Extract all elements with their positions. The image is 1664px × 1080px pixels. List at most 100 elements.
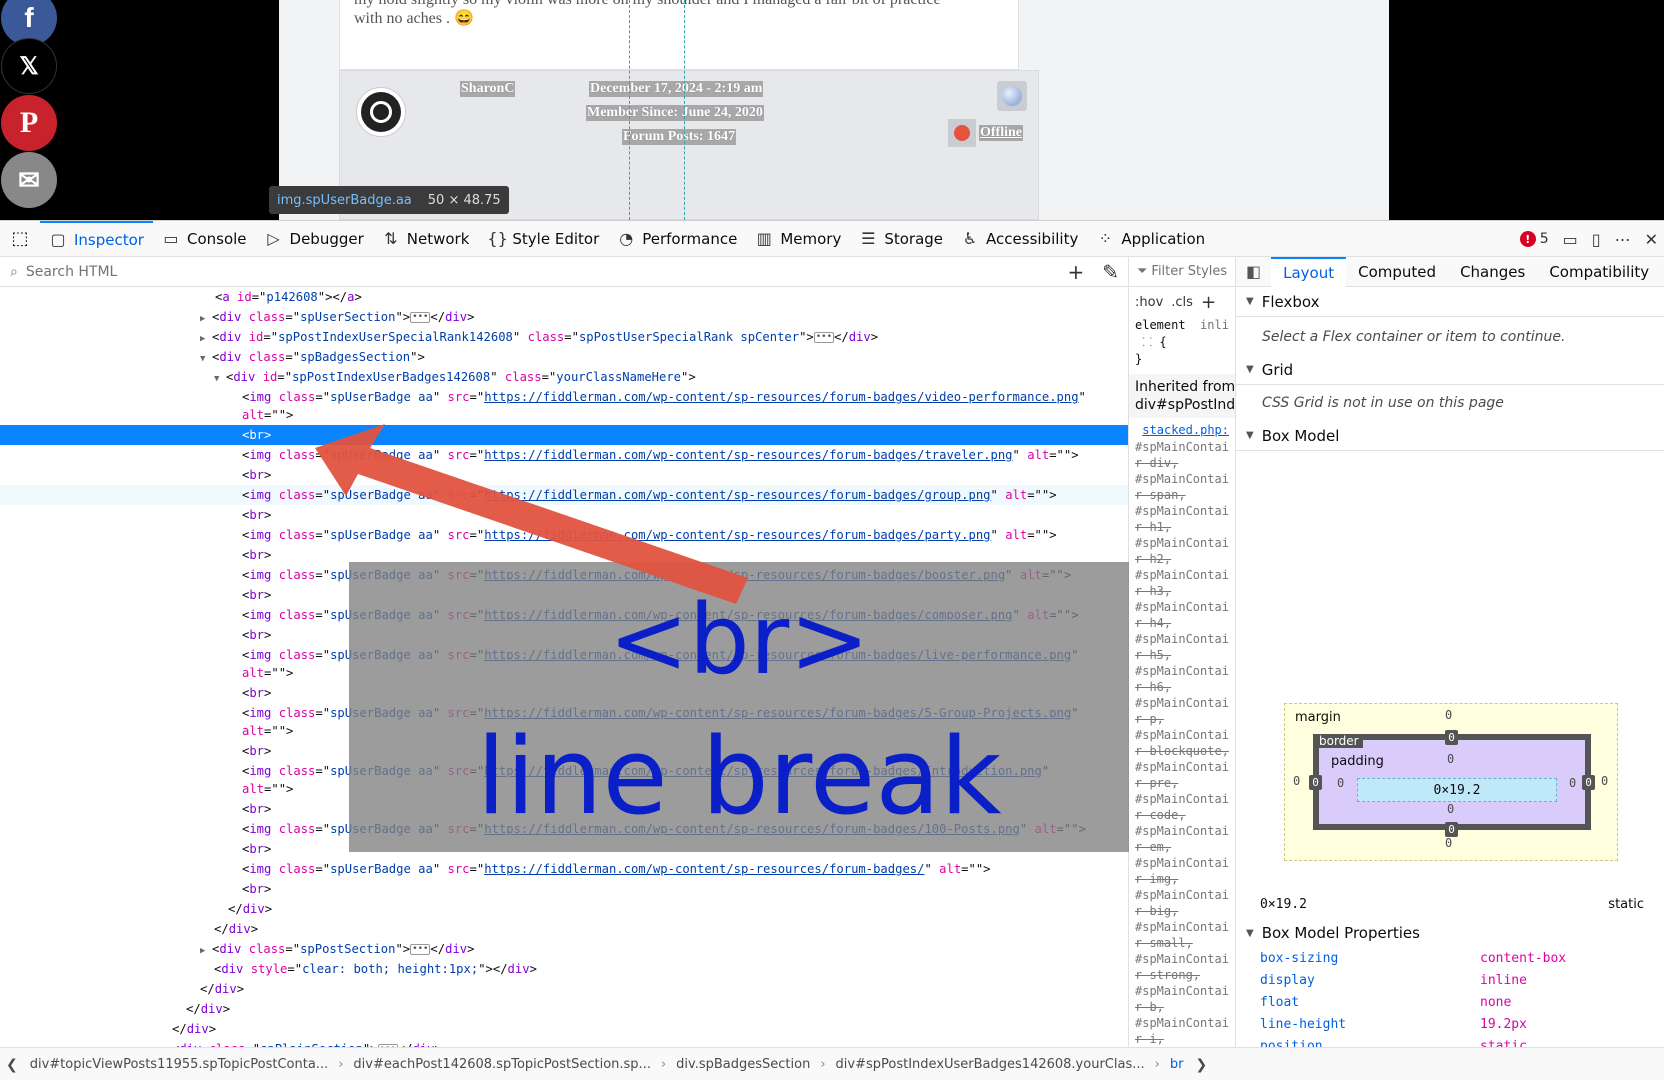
padding-top[interactable]: 0 [1447,752,1454,766]
tree-node[interactable]: ▶ <div class="spPostSection"> ••• </div> [0,939,1128,959]
tree-node[interactable]: </div> [0,899,1128,919]
tree-node[interactable]: </div> [0,999,1128,1019]
tree-node[interactable]: <img class="spUserBadge aa" src="https:/… [0,525,1128,545]
breadcrumb-item[interactable]: div#topicViewPosts11955.spTopicPostConta… [24,1057,334,1072]
avatar[interactable] [356,87,406,137]
breadcrumb-item[interactable]: div#spPostIndexUserBadges142608.yourClas… [830,1057,1151,1072]
social-share-bar: f 𝕏 P ✉ [0,0,60,220]
margin-top[interactable]: 0 [1445,708,1452,722]
tree-node-cont: alt=""> [242,408,294,422]
tree-node[interactable]: <br> [0,879,1128,899]
globe-icon[interactable] [997,81,1027,111]
hov-toggle[interactable]: :hov [1135,295,1163,310]
add-node-icon[interactable]: + [1067,260,1084,284]
border-top[interactable]: 0 [1445,730,1458,745]
tree-node[interactable]: </div> [0,979,1128,999]
add-rule-icon[interactable]: + [1201,292,1216,313]
eyedropper-icon[interactable]: ✎ [1102,260,1119,284]
margin-bottom[interactable]: 0 [1445,836,1452,850]
accessibility-icon: ♿ [962,229,978,248]
tab-layout[interactable]: Layout [1271,256,1347,287]
tree-node[interactable]: <img class="spUserBadge aa" src="https:/… [0,387,1128,407]
post-username[interactable]: SharonC [460,81,516,97]
breadcrumb-item[interactable]: div.spBadgesSection [670,1057,816,1072]
prop-row: float none [1260,995,1512,1010]
tree-node[interactable]: ▶<div class="spPlainSection">•••</div> [0,1039,1128,1047]
tree-node[interactable]: ▶ <div id="spPostIndexUserSpecialRank1426… [0,327,1128,347]
source-link[interactable]: stacked.php: [1129,418,1235,439]
tree-node[interactable]: </div> [0,1019,1128,1039]
css-selector: r strong, [1135,968,1201,982]
border-bottom[interactable]: 0 [1445,822,1458,837]
box-model-section-header[interactable]: ▼ Box Model [1236,421,1664,451]
tab-style-editor[interactable]: {} Style Editor [478,221,608,257]
margin-left[interactable]: 0 [1293,774,1300,788]
search-input[interactable]: Search HTML [26,264,118,280]
tree-node[interactable]: ▼ <div class="spBadgesSection"> [0,347,1128,367]
css-selector: #spMainContai [1135,536,1229,550]
pinterest-icon[interactable]: P [1,95,57,151]
css-selector: #spMainContai [1135,888,1229,902]
element-picker-icon[interactable]: ⬚ [0,221,40,257]
tab-console[interactable]: ▭ Console [153,221,256,257]
breadcrumb-back-icon[interactable]: ❮ [0,1057,24,1073]
box-position: static [1608,897,1644,912]
padding-bottom[interactable]: 0 [1447,802,1454,816]
flexbox-section-header[interactable]: ▼ Flexbox [1236,287,1664,317]
tab-network[interactable]: ⇅ Network [373,221,479,257]
cls-toggle[interactable]: .cls [1171,295,1193,310]
tab-compatibility[interactable]: Compatibility [1537,257,1661,287]
tree-node[interactable]: <br> [0,505,1128,525]
expand-triangle-icon: ▼ [1246,296,1254,307]
breadcrumb-item[interactable]: div#eachPost142608.spTopicPostSection.sp… [347,1057,657,1072]
css-selector: #spMainContai [1135,792,1229,806]
tree-node[interactable]: </div> [0,919,1128,939]
border-box: border padding 0 0 0 0 0×19.2 [1313,734,1591,830]
css-selector: #spMainContai [1135,632,1229,646]
filter-styles-placeholder: Filter Styles [1151,264,1228,279]
grid-section-header[interactable]: ▼ Grid [1236,355,1664,385]
tab-computed[interactable]: Computed [1346,257,1448,287]
inherited-header: Inherited from div#spPostInde [1129,374,1235,418]
breadcrumb-forward-icon[interactable]: ❯ [1189,1057,1213,1073]
inspector-icon: ▢ [50,230,66,249]
inline-label: inli [1200,318,1229,332]
email-icon[interactable]: ✉ [1,152,57,208]
border-right[interactable]: 0 [1582,775,1595,790]
css-selector: r span, [1135,488,1186,502]
css-selector: r h1, [1135,520,1172,534]
border-left[interactable]: 0 [1309,775,1322,790]
box-model-props-list: box-sizing content-box display inline floa… [1260,948,1650,1047]
tree-node[interactable]: ▼ <div id="spPostIndexUserBadges142608" c… [0,367,1128,387]
tree-node[interactable]: <img class="spUserBadge aa" src="https:/… [0,859,1128,879]
breadcrumb-item-current[interactable]: br [1164,1057,1190,1072]
tree-node-selected[interactable]: <br> [0,425,1128,445]
padding-label: padding [1331,754,1384,769]
filter-styles-input[interactable]: ⏷ Filter Styles [1129,257,1235,287]
tab-accessibility[interactable]: ♿ Accessibility [952,221,1087,257]
tab-storage[interactable]: ☰ Storage [850,221,952,257]
tab-label: Performance [642,229,738,248]
tree-node[interactable]: <img class="spUserBadge aa" src="https:/… [0,485,1128,505]
padding-left[interactable]: 0 [1337,776,1344,790]
tree-node[interactable]: <a id="p142608"></a> [0,287,1128,307]
tree-node[interactable]: ▶ <div class="spUserSection"> ••• </div> [0,307,1128,327]
css-selector: r i, [1135,1032,1164,1046]
tree-node[interactable]: <br> [0,465,1128,485]
tab-application[interactable]: ⁘ Application [1087,221,1214,257]
padding-right[interactable]: 0 [1569,776,1576,790]
tab-changes[interactable]: Changes [1448,257,1537,287]
content-box[interactable]: 0×19.2 [1357,778,1557,802]
x-icon[interactable]: 𝕏 [1,38,57,94]
box-model-props-header[interactable]: ▼ Box Model Properties [1236,918,1664,948]
tab-debugger[interactable]: ▷ Debugger [256,221,373,257]
toggle-pane-icon[interactable]: ◧ [1236,262,1271,281]
web-page-viewport: my hold slightly so my violin was more o… [0,0,1664,220]
tree-node[interactable]: <img class="spUserBadge aa" src="https:/… [0,445,1128,465]
search-html-bar[interactable]: ⌕ Search HTML + ✎ [0,257,1128,287]
margin-right[interactable]: 0 [1601,774,1608,788]
tree-node[interactable]: <div style="clear: both; height:1px;"></… [0,959,1128,979]
tab-performance[interactable]: ◔ Performance [608,221,746,257]
tab-inspector[interactable]: ▢ Inspector [40,220,153,257]
tab-memory[interactable]: ▥ Memory [746,221,850,257]
